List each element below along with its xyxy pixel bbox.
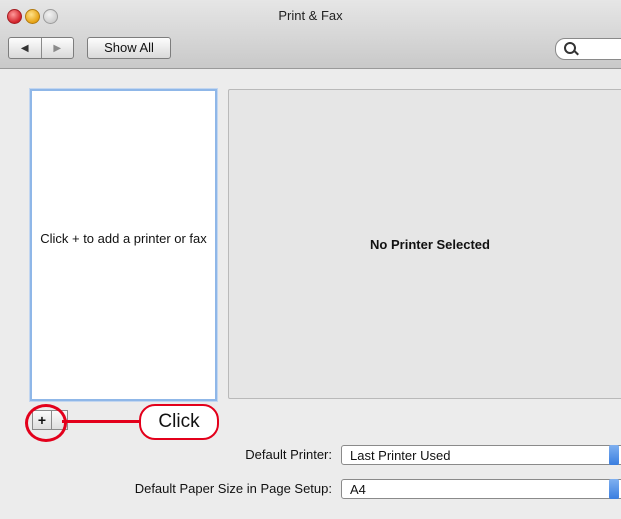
- printer-details-pane: No Printer Selected: [228, 89, 621, 399]
- search-icon: [564, 42, 576, 54]
- printer-list[interactable]: Click + to add a printer or fax: [30, 89, 217, 401]
- empty-list-message: Click + to add a printer or fax: [40, 231, 207, 246]
- highlight-circle: [25, 404, 67, 442]
- paper-size-label: Default Paper Size in Page Setup:: [134, 481, 332, 496]
- default-printer-popup[interactable]: Last Printer Used: [341, 445, 621, 465]
- nav-button-group: ◀ ▶: [8, 37, 74, 59]
- show-all-button[interactable]: Show All: [87, 37, 171, 59]
- back-arrow-icon[interactable]: ◀: [9, 38, 41, 58]
- search-field[interactable]: [555, 38, 621, 60]
- popup-arrow-icon: [609, 445, 619, 465]
- paper-size-value: A4: [350, 482, 366, 497]
- forward-arrow-icon[interactable]: ▶: [40, 38, 74, 58]
- no-printer-message: No Printer Selected: [370, 237, 490, 252]
- popup-arrow-icon: [609, 479, 619, 499]
- title-bar: Print & Fax ◀ ▶ Show All: [0, 0, 621, 69]
- print-fax-window: Print & Fax ◀ ▶ Show All Click + to add …: [0, 0, 621, 519]
- click-callout: Click: [139, 404, 219, 440]
- default-printer-value: Last Printer Used: [350, 448, 451, 463]
- paper-size-popup[interactable]: A4: [341, 479, 621, 499]
- default-printer-label: Default Printer:: [245, 447, 332, 462]
- window-title: Print & Fax: [278, 8, 343, 23]
- callout-line: [62, 420, 140, 423]
